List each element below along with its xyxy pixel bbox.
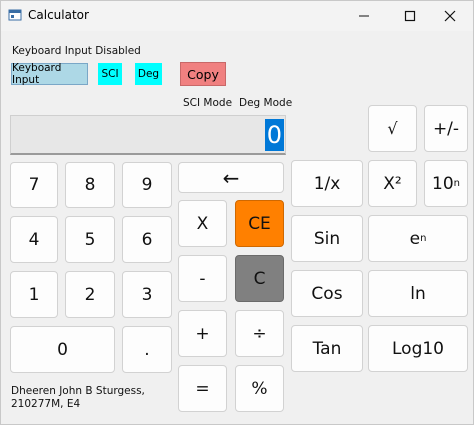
sci-mode-button[interactable]: SCI bbox=[98, 63, 122, 85]
square-button[interactable]: X² bbox=[368, 160, 417, 207]
close-button[interactable] bbox=[427, 1, 473, 31]
clear-entry-button[interactable]: CE bbox=[235, 200, 284, 247]
percent-button[interactable]: % bbox=[235, 365, 284, 412]
sqrt-button[interactable]: √ bbox=[368, 105, 417, 152]
author-credit-line2: 210277M, E4 bbox=[11, 398, 81, 410]
ten-power-base: 10 bbox=[432, 173, 454, 194]
minus-button[interactable]: - bbox=[178, 255, 227, 302]
title-bar: Calculator bbox=[1, 1, 473, 31]
key-7[interactable]: 7 bbox=[10, 162, 58, 208]
e-power-exponent: n bbox=[420, 233, 427, 244]
reciprocal-button[interactable]: 1/x bbox=[291, 160, 363, 207]
key-8[interactable]: 8 bbox=[65, 162, 115, 208]
sin-button[interactable]: Sin bbox=[291, 215, 363, 262]
app-icon bbox=[8, 9, 22, 21]
minimize-button[interactable] bbox=[341, 1, 387, 31]
ten-power-button[interactable]: 10 n bbox=[424, 160, 468, 207]
cos-button[interactable]: Cos bbox=[291, 270, 363, 317]
calculator-display[interactable]: 0 bbox=[10, 115, 286, 155]
key-decimal[interactable]: . bbox=[122, 326, 172, 373]
tan-button[interactable]: Tan bbox=[291, 325, 363, 372]
minimize-icon bbox=[359, 15, 369, 17]
ln-button[interactable]: ln bbox=[368, 270, 468, 317]
e-power-base: e bbox=[409, 228, 421, 249]
keyboard-input-status: Keyboard Input Disabled bbox=[12, 45, 141, 57]
clear-button[interactable]: C bbox=[235, 255, 284, 302]
deg-mode-button[interactable]: Deg bbox=[135, 63, 162, 85]
equals-button[interactable]: = bbox=[178, 365, 227, 412]
calculator-window: Calculator Keyboard Input Disabled Keybo… bbox=[0, 0, 474, 425]
display-value: 0 bbox=[264, 119, 284, 151]
key-0[interactable]: 0 bbox=[10, 326, 115, 373]
key-9[interactable]: 9 bbox=[122, 162, 172, 208]
deg-mode-label: Deg Mode bbox=[239, 97, 293, 109]
maximize-icon bbox=[404, 10, 416, 22]
window-title: Calculator bbox=[28, 8, 89, 22]
key-6[interactable]: 6 bbox=[122, 216, 172, 263]
keyboard-input-button[interactable]: Keyboard Input bbox=[11, 62, 88, 86]
author-credit: Dheeren John B Sturgess, 210277M, E4 bbox=[11, 385, 145, 411]
key-3[interactable]: 3 bbox=[122, 271, 172, 318]
copy-button[interactable]: Copy bbox=[180, 62, 226, 86]
sci-mode-label: SCI Mode bbox=[183, 97, 233, 109]
ten-power-exponent: n bbox=[453, 178, 460, 189]
key-4[interactable]: 4 bbox=[10, 216, 58, 263]
close-icon bbox=[444, 10, 456, 22]
e-power-button[interactable]: en bbox=[368, 215, 468, 262]
backspace-button[interactable]: ← bbox=[178, 162, 284, 193]
log10-button[interactable]: Log10 bbox=[368, 325, 468, 372]
divide-button[interactable]: ÷ bbox=[235, 310, 284, 357]
multiply-button[interactable]: X bbox=[178, 200, 227, 247]
negate-button[interactable]: +/- bbox=[424, 105, 468, 152]
key-1[interactable]: 1 bbox=[10, 271, 58, 318]
author-credit-line1: Dheeren John B Sturgess, bbox=[11, 385, 145, 397]
plus-button[interactable]: + bbox=[178, 310, 227, 357]
key-2[interactable]: 2 bbox=[65, 271, 115, 318]
key-5[interactable]: 5 bbox=[65, 216, 115, 263]
